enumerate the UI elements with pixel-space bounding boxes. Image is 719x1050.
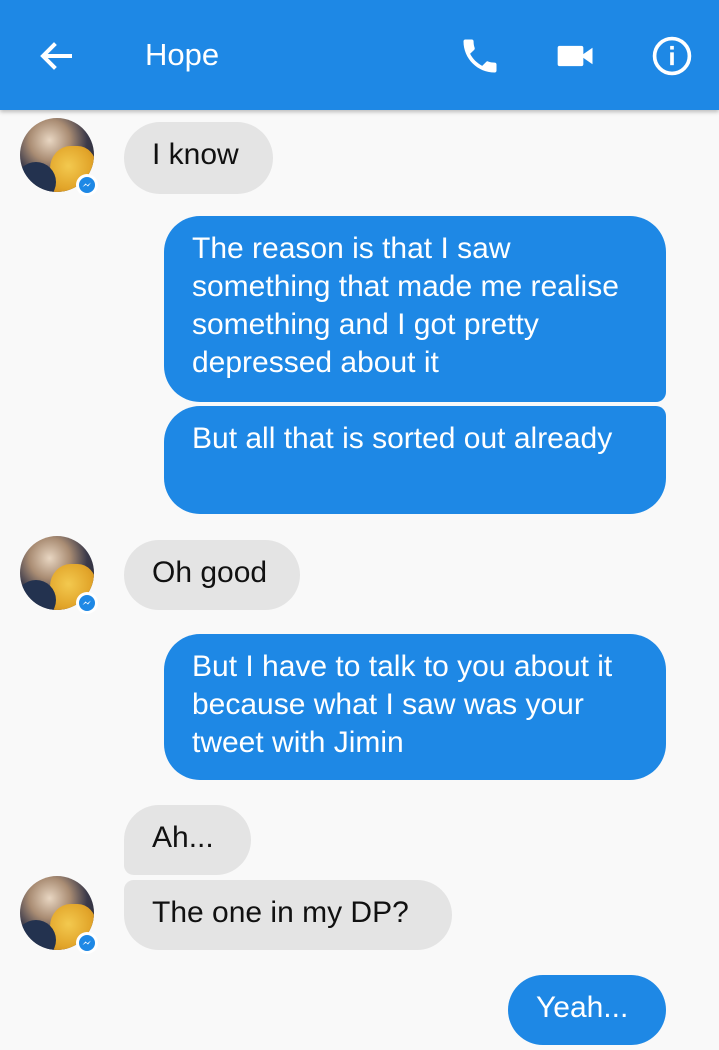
contact-avatar[interactable] (20, 118, 98, 196)
contact-avatar[interactable] (20, 876, 98, 954)
messenger-badge-icon (76, 174, 98, 196)
phone-icon (463, 39, 497, 73)
incoming-message[interactable]: Ah... (124, 805, 251, 875)
messenger-badge-icon (76, 932, 98, 954)
call-button[interactable] (458, 34, 502, 78)
back-button[interactable] (36, 36, 76, 76)
incoming-message[interactable]: I know (124, 122, 273, 194)
video-camera-icon (557, 45, 593, 67)
message-list[interactable]: I know The reason is that I saw somethin… (0, 110, 719, 1050)
outgoing-message[interactable]: But I have to talk to you about it becau… (164, 634, 666, 780)
video-call-button[interactable] (554, 34, 598, 78)
info-icon (652, 36, 692, 76)
incoming-message[interactable]: The one in my DP? (124, 880, 452, 950)
contact-name[interactable]: Hope (145, 37, 219, 73)
outgoing-message[interactable]: Yeah... (508, 975, 666, 1045)
info-button[interactable] (650, 34, 694, 78)
incoming-message[interactable]: Oh good (124, 540, 300, 610)
contact-avatar[interactable] (20, 536, 98, 614)
messenger-badge-icon (76, 592, 98, 614)
outgoing-message[interactable]: But all that is sorted out already (164, 406, 666, 514)
conversation-header: Hope (0, 0, 719, 110)
arrow-left-icon (40, 42, 72, 70)
outgoing-message[interactable]: The reason is that I saw something that … (164, 216, 666, 402)
